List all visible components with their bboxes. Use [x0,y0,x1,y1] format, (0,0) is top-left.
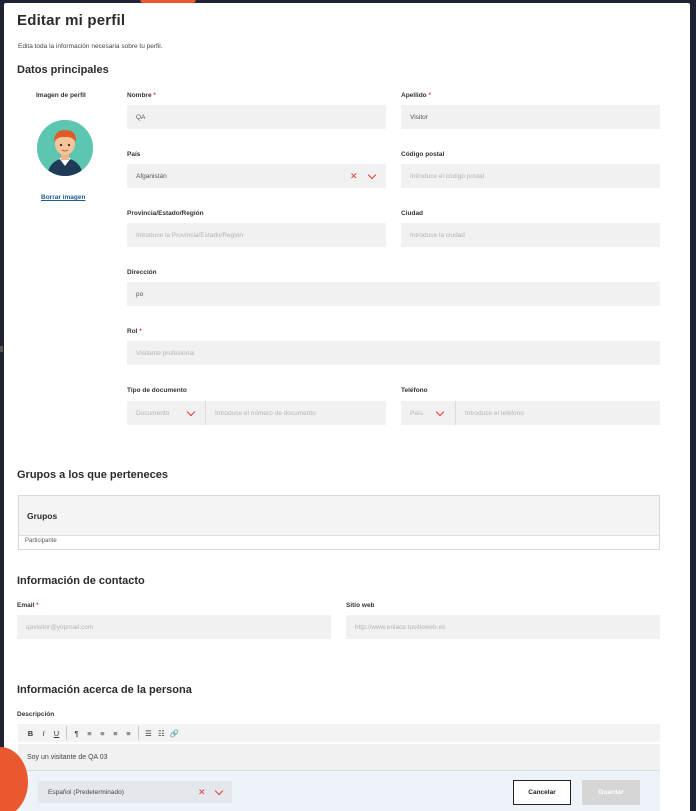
toolbar-separator [138,726,139,740]
telefono-label: Teléfono [401,387,428,394]
toolbar-separator [66,726,67,740]
page-title: Editar mi perfil [17,12,126,29]
tipo-documento-label: Tipo de documento [127,387,187,394]
pais-label: País [127,151,141,158]
description-editor[interactable]: Soy un visitante de QA 03 [18,744,660,770]
pais-select[interactable]: Afganistán [127,164,386,188]
section-title-contact: Información de contacto [17,575,145,587]
align-center-button[interactable]: ≡ [109,729,122,738]
sitio-web-field[interactable]: http://www.enlace.tusitioweb.es [346,615,660,639]
language-selected-value: Español (Predeterminado) [48,788,124,796]
ciudad-label: Ciudad [401,210,424,217]
align-justify-button[interactable]: ≡ [83,729,96,738]
codigo-postal-field[interactable]: Introduce el código postal [401,164,660,188]
provincia-field[interactable]: Introduce la Provincia/Estado/Región [127,223,386,247]
italic-button[interactable]: I [37,729,50,738]
pais-selected-value: Afganistán [136,172,167,180]
delete-image-link[interactable]: Borrar imagen [41,194,85,201]
rol-label: Rol * [127,328,142,335]
save-button[interactable]: Guardar [582,780,640,805]
pais-clear-icon[interactable]: ✕ [350,171,358,182]
nombre-label: Nombre * [127,92,156,99]
avatar-illustration-icon [37,120,93,176]
email-label: Email * [17,602,39,609]
bullet-list-button[interactable]: ☰ [142,729,155,738]
table-row: Participante [25,538,57,544]
section-title-main-data: Datos principales [17,64,109,76]
telefono-country-select[interactable]: País [401,401,455,425]
profile-image-label: Imagen de perfil [36,92,86,99]
paragraph-button[interactable]: ¶ [70,729,83,738]
telefono-field[interactable]: Introduce el teléfono [456,401,660,425]
underline-button[interactable]: U [50,729,63,738]
form-footer: Español (Predeterminado) ✕ Cancelar Guar… [18,770,660,811]
section-title-groups: Grupos a los que perteneces [17,469,168,481]
email-field[interactable]: qavisitor@yopmail.com [17,615,331,639]
sitio-web-label: Sitio web [346,602,375,609]
ciudad-field[interactable]: Introduce la ciudad [401,223,660,247]
page-subtitle: Edita toda la información necesaria sobr… [18,43,163,50]
numbered-list-button[interactable]: ☷ [155,729,168,738]
descripcion-label: Descripción [17,711,55,718]
apellido-field[interactable]: Visitor [401,105,660,129]
groups-table: Grupos Participante [18,495,660,550]
codigo-postal-label: Código postal [401,151,445,158]
documento-number-field[interactable]: Introduce el número de documento [206,401,386,425]
apellido-label: Apellido * [401,92,431,99]
side-handle [0,346,3,352]
cancel-button[interactable]: Cancelar [513,780,571,805]
provincia-label: Provincia/Estado/Región [127,210,204,217]
avatar[interactable] [37,120,93,176]
rich-text-toolbar: B I U ¶ ≡ ≡ ≡ ≡ ☰ ☷ 🔗 [18,724,660,742]
rol-field[interactable]: Visitante profesional [127,341,660,365]
align-right-button[interactable]: ≡ [122,729,135,738]
link-button[interactable]: 🔗 [168,729,181,738]
section-title-about: Información acerca de la persona [17,684,192,696]
direccion-label: Dirección [127,269,157,276]
language-clear-icon[interactable]: ✕ [198,787,206,798]
groups-table-header: Grupos [19,496,659,536]
align-left-button[interactable]: ≡ [96,729,109,738]
nombre-field[interactable]: QA [127,105,386,129]
profile-edit-panel: Editar mi perfil Edita toda la informaci… [4,3,690,811]
bold-button[interactable]: B [24,729,37,738]
direccion-field[interactable]: po [127,282,660,306]
